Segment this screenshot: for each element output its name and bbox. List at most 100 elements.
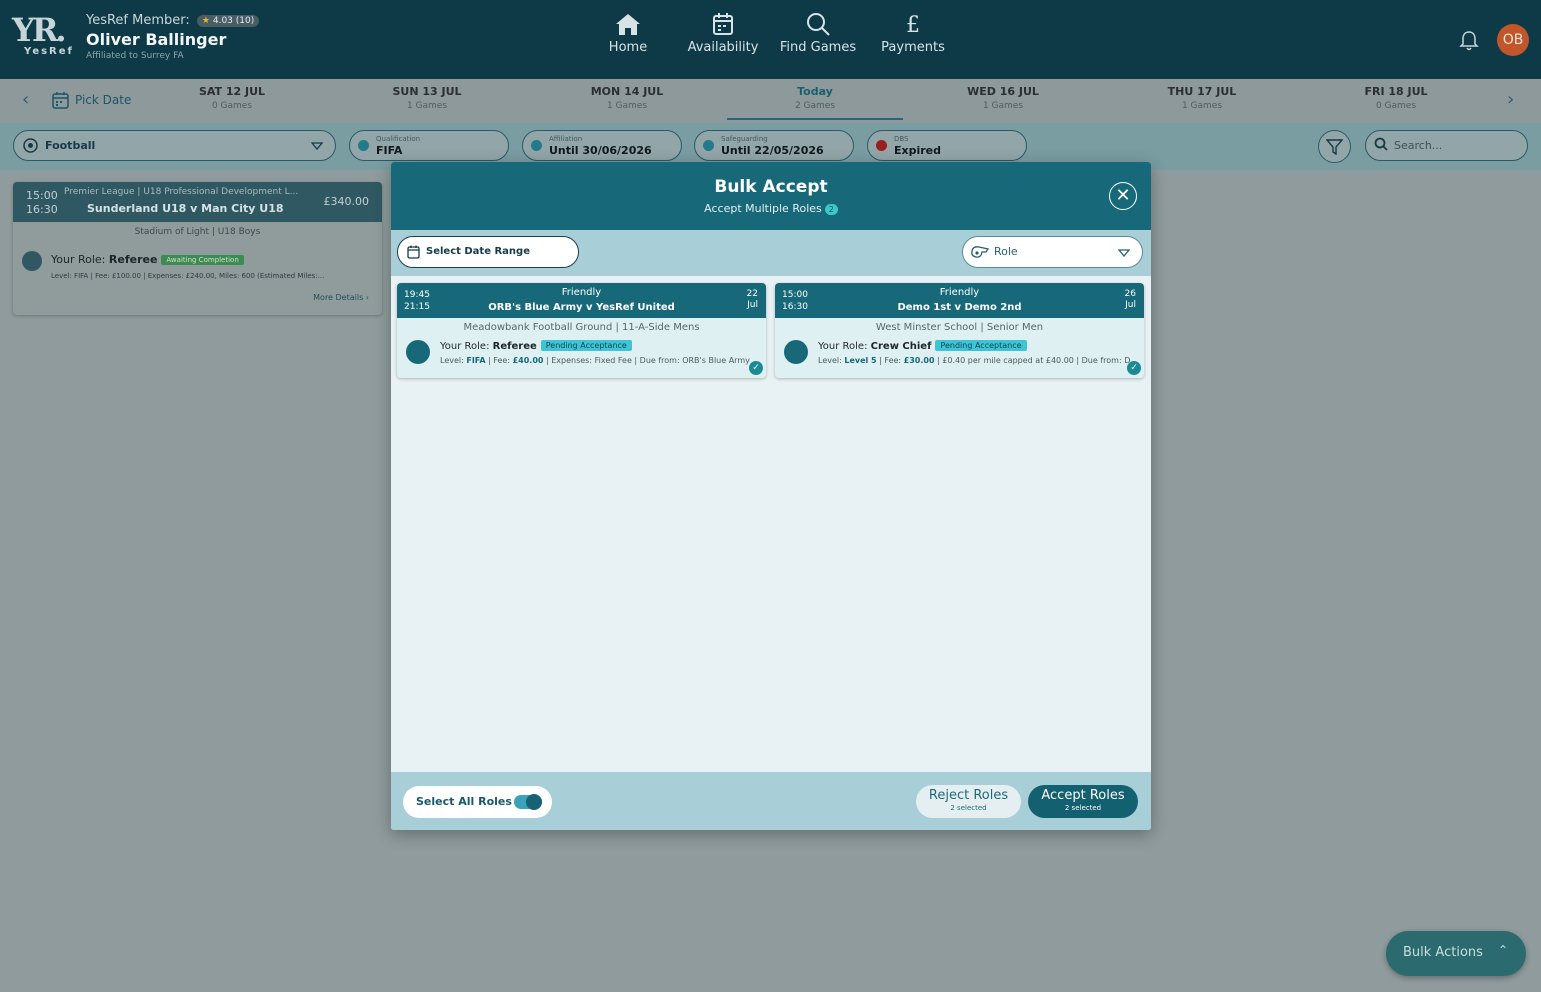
next-week-arrow-icon[interactable]: › bbox=[1507, 89, 1514, 110]
yesref-logo[interactable]: YR. YesRef bbox=[12, 14, 74, 64]
accept-roles-label: Accept Roles bbox=[1041, 788, 1125, 803]
game-venue: West Minster School | Senior Men bbox=[875, 322, 1044, 333]
accept-roles-count: 2 selected bbox=[1064, 804, 1102, 812]
day-tab-mon[interactable]: MON 14 JUL 1 Games bbox=[552, 85, 702, 111]
selected-check-icon[interactable]: ✓ bbox=[1127, 361, 1141, 375]
day-tab-sun[interactable]: SUN 13 JUL 1 Games bbox=[352, 85, 502, 111]
meta-rest: £0.40 per mile capped at £40.00 | Due fr… bbox=[942, 356, 1131, 365]
toggle-switch[interactable] bbox=[514, 794, 542, 810]
status-badge: Pending Acceptance bbox=[935, 340, 1027, 351]
nav-availability-label: Availability bbox=[687, 40, 759, 55]
game-end-time: 16:30 bbox=[26, 203, 58, 216]
affiliation-pill[interactable]: Affiliation Until 30/06/2026 bbox=[522, 130, 682, 161]
day-games-count: 0 Games bbox=[1375, 101, 1417, 111]
close-icon[interactable]: ✕ bbox=[1109, 182, 1137, 210]
game-teams: Sunderland U18 v Man City U18 bbox=[87, 202, 284, 215]
nav-find-games[interactable]: Find Games bbox=[778, 12, 858, 68]
day-label: SAT 12 JUL bbox=[198, 85, 266, 98]
game-start-time: 15:00 bbox=[26, 189, 58, 202]
date-range-button[interactable]: Select Date Range bbox=[397, 236, 579, 268]
day-tab-fri[interactable]: FRI 18 JUL 0 Games bbox=[1321, 85, 1471, 111]
reject-roles-button[interactable]: Reject Roles 2 selected bbox=[916, 785, 1021, 818]
accept-roles-button[interactable]: Accept Roles 2 selected bbox=[1028, 785, 1138, 818]
affiliation-value: Until 30/06/2026 bbox=[549, 144, 652, 157]
day-tab-wed[interactable]: WED 16 JUL 1 Games bbox=[928, 85, 1078, 111]
day-tab-thu[interactable]: THU 17 JUL 1 Games bbox=[1127, 85, 1277, 111]
day-games-count: 1 Games bbox=[982, 101, 1024, 111]
meta-fee: £40.00 bbox=[512, 356, 544, 365]
qualification-value: FIFA bbox=[376, 144, 403, 157]
calendar-icon bbox=[713, 13, 733, 35]
role-prefix: Your Role: bbox=[51, 253, 106, 266]
game-month: Jul bbox=[1125, 300, 1136, 310]
game-card[interactable]: 15:00 16:30 Premier League | U18 Profess… bbox=[13, 182, 382, 315]
qualification-label: Qualification bbox=[376, 135, 421, 143]
select-all-toggle[interactable]: Select All Roles bbox=[403, 786, 552, 818]
modal-toolbar: Select Date Range Role bbox=[391, 230, 1151, 276]
chevron-up-icon: ⌃ bbox=[1497, 943, 1508, 957]
game-role: Your Role: Referee Awaiting Completion bbox=[51, 253, 244, 266]
app-header: YR. YesRef YesRef Member: ★ 4.03 (10) Ol… bbox=[0, 0, 1541, 79]
game-card[interactable]: 19:45 21:15 Friendly ORB's Blue Army v Y… bbox=[397, 283, 766, 378]
game-competition: Premier League | U18 Professional Develo… bbox=[64, 187, 299, 197]
logo-mark: YR. bbox=[12, 11, 67, 49]
day-games-count: 1 Games bbox=[406, 101, 448, 111]
game-meta: Level: FIFA | Fee: £40.00 | Expenses: Fi… bbox=[440, 356, 750, 365]
rating-count: (10) bbox=[235, 16, 255, 26]
chevron-right-icon: › bbox=[365, 293, 369, 302]
member-line: YesRef Member: ★ 4.03 (10) bbox=[86, 13, 260, 28]
game-card[interactable]: 15:00 16:30 Friendly Demo 1st v Demo 2nd… bbox=[775, 283, 1144, 378]
more-details-link[interactable]: More Details › bbox=[313, 293, 369, 302]
prev-week-arrow-icon[interactable]: ‹ bbox=[22, 89, 29, 110]
role-prefix: Your Role: bbox=[818, 341, 868, 352]
day-tab-sat[interactable]: SAT 12 JUL 0 Games bbox=[157, 85, 307, 111]
whistle-icon bbox=[971, 246, 989, 258]
search-input[interactable]: Search... bbox=[1365, 130, 1528, 161]
filter-button[interactable] bbox=[1318, 130, 1351, 163]
day-games-count: 2 Games bbox=[794, 101, 836, 111]
game-teams: ORB's Blue Army v YesRef United bbox=[488, 302, 675, 313]
game-date: 22 Jul bbox=[747, 289, 758, 311]
user-avatar[interactable]: OB bbox=[1497, 24, 1529, 56]
status-badge: Pending Acceptance bbox=[540, 340, 632, 351]
search-icon bbox=[807, 13, 830, 36]
safeguarding-value: Until 22/05/2026 bbox=[721, 144, 824, 157]
nav-availability[interactable]: Availability bbox=[687, 12, 759, 68]
date-strip: ‹ Pick Date SAT 12 JUL 0 Games SUN 13 JUL… bbox=[0, 79, 1541, 123]
day-label: WED 16 JUL bbox=[967, 85, 1039, 98]
selected-check-icon[interactable]: ✓ bbox=[749, 361, 763, 375]
game-month: Jul bbox=[747, 300, 758, 310]
safeguarding-pill[interactable]: Safeguarding Until 22/05/2026 bbox=[694, 130, 854, 161]
day-games-count: 0 Games bbox=[211, 101, 253, 111]
game-venue: Stadium of Light | U18 Boys bbox=[134, 227, 261, 237]
nav-payments[interactable]: £ Payments bbox=[879, 12, 947, 68]
dbs-label: DBS bbox=[894, 135, 909, 143]
user-affiliation: Affiliated to Surrey FA bbox=[86, 51, 184, 61]
sport-select[interactable]: Football bbox=[13, 130, 336, 161]
modal-subtitle-text: Accept Multiple Roles bbox=[704, 202, 822, 215]
nav-home[interactable]: Home bbox=[606, 12, 650, 68]
meta-level: FIFA bbox=[466, 356, 486, 365]
nav-home-label: Home bbox=[608, 40, 648, 55]
notification-bell-icon[interactable] bbox=[1459, 30, 1479, 51]
modal-footer: Select All Roles Reject Roles 2 selected… bbox=[391, 772, 1151, 830]
search-icon bbox=[1374, 137, 1388, 151]
funnel-icon bbox=[1326, 139, 1343, 155]
meta-fee: £30.00 bbox=[903, 356, 935, 365]
affiliation-label: Affiliation bbox=[549, 135, 583, 143]
role-select[interactable]: Role bbox=[962, 236, 1143, 268]
meta-rest: Expenses: Fixed Fee | Due from: ORB's Bl… bbox=[551, 356, 750, 365]
day-label: SUN 13 JUL bbox=[392, 85, 462, 98]
select-all-label: Select All Roles bbox=[416, 795, 512, 808]
role-value: Referee bbox=[108, 253, 158, 266]
reject-roles-count: 2 selected bbox=[950, 804, 987, 812]
game-type: Friendly bbox=[939, 287, 980, 298]
bulk-actions-button[interactable]: Bulk Actions ⌃ bbox=[1386, 931, 1526, 976]
qualification-pill[interactable]: Qualification FIFA bbox=[349, 130, 509, 161]
modal-subtitle: Accept Multiple Roles 2 bbox=[391, 202, 1151, 215]
modal-header: Bulk Accept Accept Multiple Roles 2 ✕ bbox=[391, 162, 1151, 230]
dbs-pill[interactable]: DBS Expired bbox=[867, 130, 1027, 161]
rating-value: 4.03 bbox=[212, 16, 233, 26]
day-tab-today[interactable]: Today 2 Games bbox=[727, 85, 903, 120]
pick-date-button[interactable]: Pick Date bbox=[52, 91, 131, 109]
